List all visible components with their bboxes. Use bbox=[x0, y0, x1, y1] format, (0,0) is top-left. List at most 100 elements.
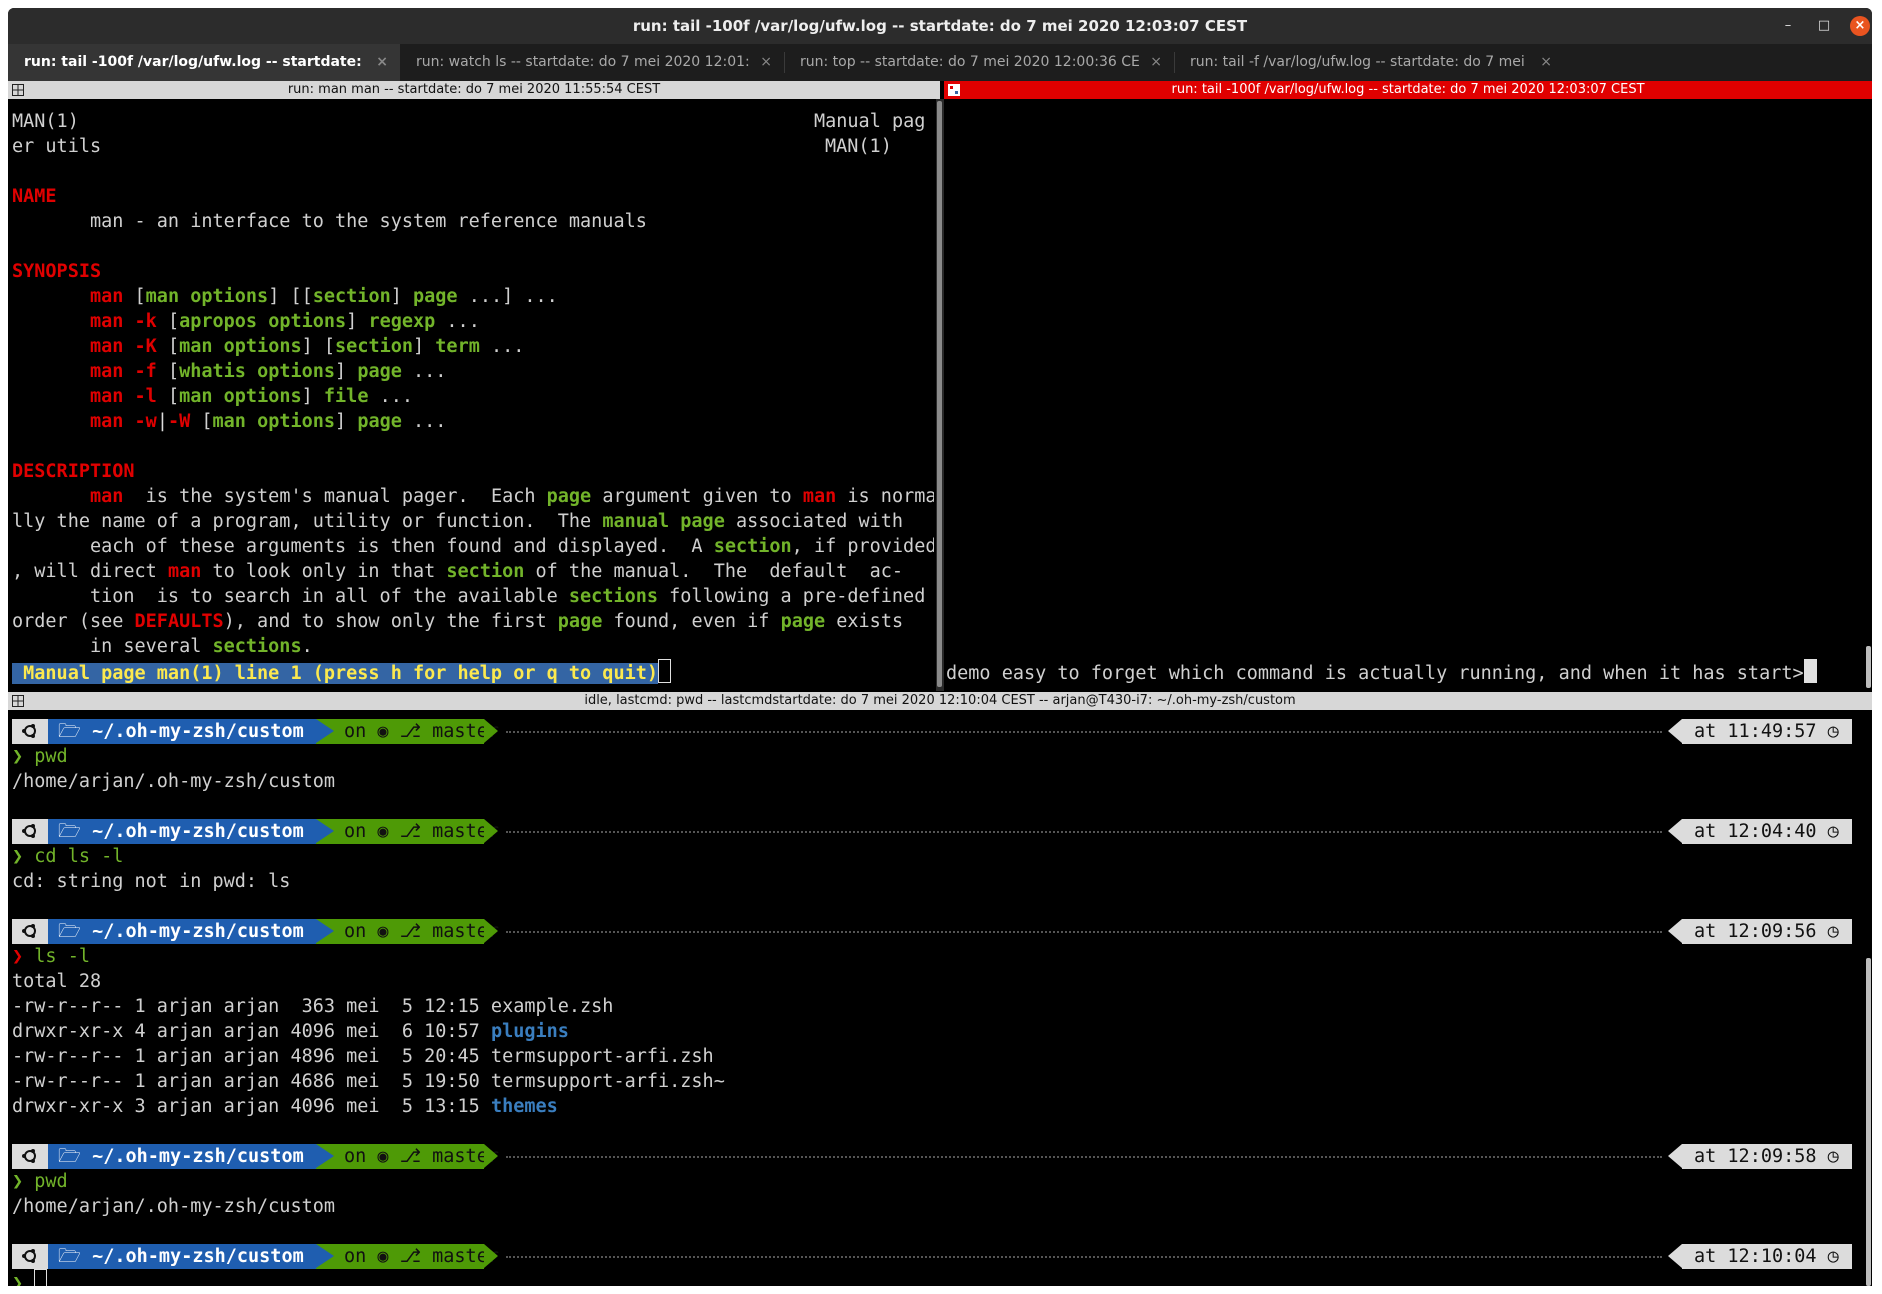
description-line: in several sections. bbox=[12, 636, 313, 657]
command-text: ls -l bbox=[34, 946, 90, 967]
output-line: /home/arjan/.oh-my-zsh/custom bbox=[12, 1196, 336, 1217]
window-titlebar[interactable]: run: tail -100f /var/log/ufw.log -- star… bbox=[8, 8, 1872, 44]
segment-arrow bbox=[316, 819, 334, 843]
man-header-right: Manual pag bbox=[814, 111, 926, 132]
man-name-text: man - an interface to the system referen… bbox=[12, 211, 647, 232]
left-pane-scrollbar[interactable] bbox=[937, 101, 942, 687]
output-line: cd: string not in pwd: ls bbox=[12, 871, 291, 892]
synopsis-line: man -w|-W [man options] page ... bbox=[89, 411, 447, 432]
tab-tail-ufw[interactable]: run: tail -100f /var/log/ufw.log -- star… bbox=[8, 44, 400, 81]
directory-name: plugins bbox=[490, 1021, 569, 1042]
shell-scrollbar[interactable] bbox=[1866, 958, 1871, 1286]
prompt-dir: 🗁 ~/.oh-my-zsh/custom bbox=[48, 1144, 316, 1169]
command-text: pwd bbox=[34, 746, 68, 767]
prompt-dir: 🗁 ~/.oh-my-zsh/custom bbox=[48, 919, 316, 944]
clock-icon: ◷ bbox=[1827, 721, 1839, 742]
prompt-char: ❯ bbox=[12, 1171, 35, 1192]
output-line: -rw-r--r-- 1 arjan arjan 363 mei 5 12:15… bbox=[12, 996, 614, 1017]
prompt-time: at 12:10:04 ◷ bbox=[1682, 1244, 1852, 1269]
output-line: drwxr-xr-x 4 arjan arjan 4096 mei 6 10:5… bbox=[12, 1021, 569, 1042]
segment-arrow bbox=[484, 1144, 498, 1168]
prompt-char: ❯ bbox=[12, 946, 35, 967]
tab-watch-ls[interactable]: run: watch ls -- startdate: do 7 mei 202… bbox=[400, 44, 784, 81]
ubuntu-icon bbox=[22, 1149, 36, 1163]
close-tab-icon[interactable]: × bbox=[760, 44, 772, 81]
description-line: tion is to search in all of the availabl… bbox=[12, 586, 926, 607]
prompt-line: 🗁 ~/.oh-my-zsh/custom on ◉ ⎇ master at 12:… bbox=[12, 819, 1852, 844]
folder-icon: 🗁 bbox=[58, 1146, 81, 1167]
output-line: -rw-r--r-- 1 arjan arjan 4896 mei 5 20:4… bbox=[12, 1046, 714, 1067]
prompt-char: ❯ bbox=[12, 1273, 35, 1286]
synopsis-line: man [man options] [[section] page ...] .… bbox=[89, 286, 558, 307]
man-header2-right: MAN(1) bbox=[825, 136, 892, 157]
segment-arrow bbox=[484, 1244, 498, 1268]
clock-icon: ◷ bbox=[1827, 1246, 1839, 1267]
segment-arrow bbox=[316, 719, 334, 743]
close-window-button[interactable]: × bbox=[1850, 16, 1870, 36]
close-tab-icon[interactable]: × bbox=[1540, 44, 1552, 81]
prompt-filler bbox=[506, 931, 1662, 933]
segment-arrow bbox=[1668, 1244, 1682, 1268]
tab-tail-f-ufw[interactable]: run: tail -f /var/log/ufw.log -- startda… bbox=[1174, 44, 1564, 81]
man-description-heading: DESCRIPTION bbox=[12, 461, 135, 482]
os-logo-icon bbox=[12, 1244, 48, 1269]
folder-icon: 🗁 bbox=[58, 821, 81, 842]
bottom-pane-title[interactable]: idle, lastcmd: pwd -- lastcmdstartdate: … bbox=[8, 692, 1872, 710]
ubuntu-icon bbox=[22, 924, 36, 938]
prompt-time: at 11:49:57 ◷ bbox=[1682, 719, 1852, 744]
minimize-button[interactable]: – bbox=[1778, 16, 1798, 36]
segment-arrow bbox=[316, 1144, 334, 1168]
man-name-heading: NAME bbox=[12, 186, 57, 207]
folder-icon: 🗁 bbox=[58, 721, 81, 742]
folder-icon: 🗁 bbox=[58, 921, 81, 942]
command-line: ❯ pwd bbox=[12, 744, 68, 769]
prompt-git-branch: on ◉ ⎇ master bbox=[334, 819, 499, 844]
prompt-git-branch: on ◉ ⎇ master bbox=[334, 719, 499, 744]
tab-top[interactable]: run: top -- startdate: do 7 mei 2020 12:… bbox=[784, 44, 1174, 81]
command-line: ❯ pwd bbox=[12, 1169, 68, 1194]
prompt-filler bbox=[506, 831, 1662, 833]
right-pane-scrollbar[interactable] bbox=[1866, 646, 1871, 688]
command-line[interactable]: ❯ bbox=[12, 1269, 48, 1286]
segment-arrow bbox=[1668, 719, 1682, 743]
ubuntu-icon bbox=[22, 724, 36, 738]
shell-cursor bbox=[34, 1269, 48, 1286]
description-line: , will direct man to look only in that s… bbox=[12, 561, 904, 582]
prompt-filler bbox=[506, 731, 1662, 733]
man-page-pane[interactable]: MAN(1) Manual pag er utils MAN(1) NAME m… bbox=[8, 99, 934, 691]
segment-arrow bbox=[484, 919, 498, 943]
tab-label: run: top -- startdate: do 7 mei 2020 12:… bbox=[800, 54, 1140, 70]
prompt-dir: 🗁 ~/.oh-my-zsh/custom bbox=[48, 719, 316, 744]
ubuntu-icon bbox=[22, 824, 36, 838]
prompt-dir-text: ~/.oh-my-zsh/custom bbox=[92, 821, 304, 842]
close-tab-icon[interactable]: × bbox=[1150, 44, 1162, 81]
left-pane-title[interactable]: run: man man -- startdate: do 7 mei 2020… bbox=[8, 81, 940, 99]
synopsis-line: man -f [whatis options] page ... bbox=[89, 361, 447, 382]
prompt-time: at 12:09:56 ◷ bbox=[1682, 919, 1852, 944]
output-line: -rw-r--r-- 1 arjan arjan 4686 mei 5 19:5… bbox=[12, 1071, 725, 1092]
os-logo-icon bbox=[12, 819, 48, 844]
description-line: man is the system's manual pager. Each p… bbox=[89, 486, 934, 507]
description-line: each of these arguments is then found an… bbox=[12, 536, 934, 557]
tail-log-pane[interactable]: demo easy to forget which command is act… bbox=[944, 99, 1864, 691]
description-line: order (see DEFAULTS), and to show only t… bbox=[12, 611, 904, 632]
command-line: ❯ cd ls -l bbox=[12, 844, 123, 869]
synopsis-line: man -k [apropos options] regexp ... bbox=[89, 311, 480, 332]
right-pane-title[interactable]: run: tail -100f /var/log/ufw.log -- star… bbox=[944, 81, 1872, 99]
description-line: lly the name of a program, utility or fu… bbox=[12, 511, 904, 532]
ubuntu-icon bbox=[22, 1249, 36, 1263]
prompt-git-branch: on ◉ ⎇ master bbox=[334, 919, 499, 944]
prompt-filler bbox=[506, 1156, 1662, 1158]
synopsis-line: man -K [man options] [section] term ... bbox=[89, 336, 525, 357]
close-tab-icon[interactable]: × bbox=[376, 44, 388, 81]
shell-pane[interactable]: 🗁 ~/.oh-my-zsh/custom on ◉ ⎇ master at 11:… bbox=[8, 710, 1864, 1286]
prompt-dir-text: ~/.oh-my-zsh/custom bbox=[92, 921, 304, 942]
segment-arrow bbox=[1668, 819, 1682, 843]
prompt-filler bbox=[506, 1256, 1662, 1258]
command-text: pwd bbox=[34, 1171, 68, 1192]
prompt-time: at 12:04:40 ◷ bbox=[1682, 819, 1852, 844]
pager-cursor bbox=[658, 659, 672, 683]
directory-name: themes bbox=[490, 1096, 558, 1117]
maximize-button[interactable]: □ bbox=[1814, 16, 1834, 36]
prompt-char: ❯ bbox=[12, 746, 35, 767]
